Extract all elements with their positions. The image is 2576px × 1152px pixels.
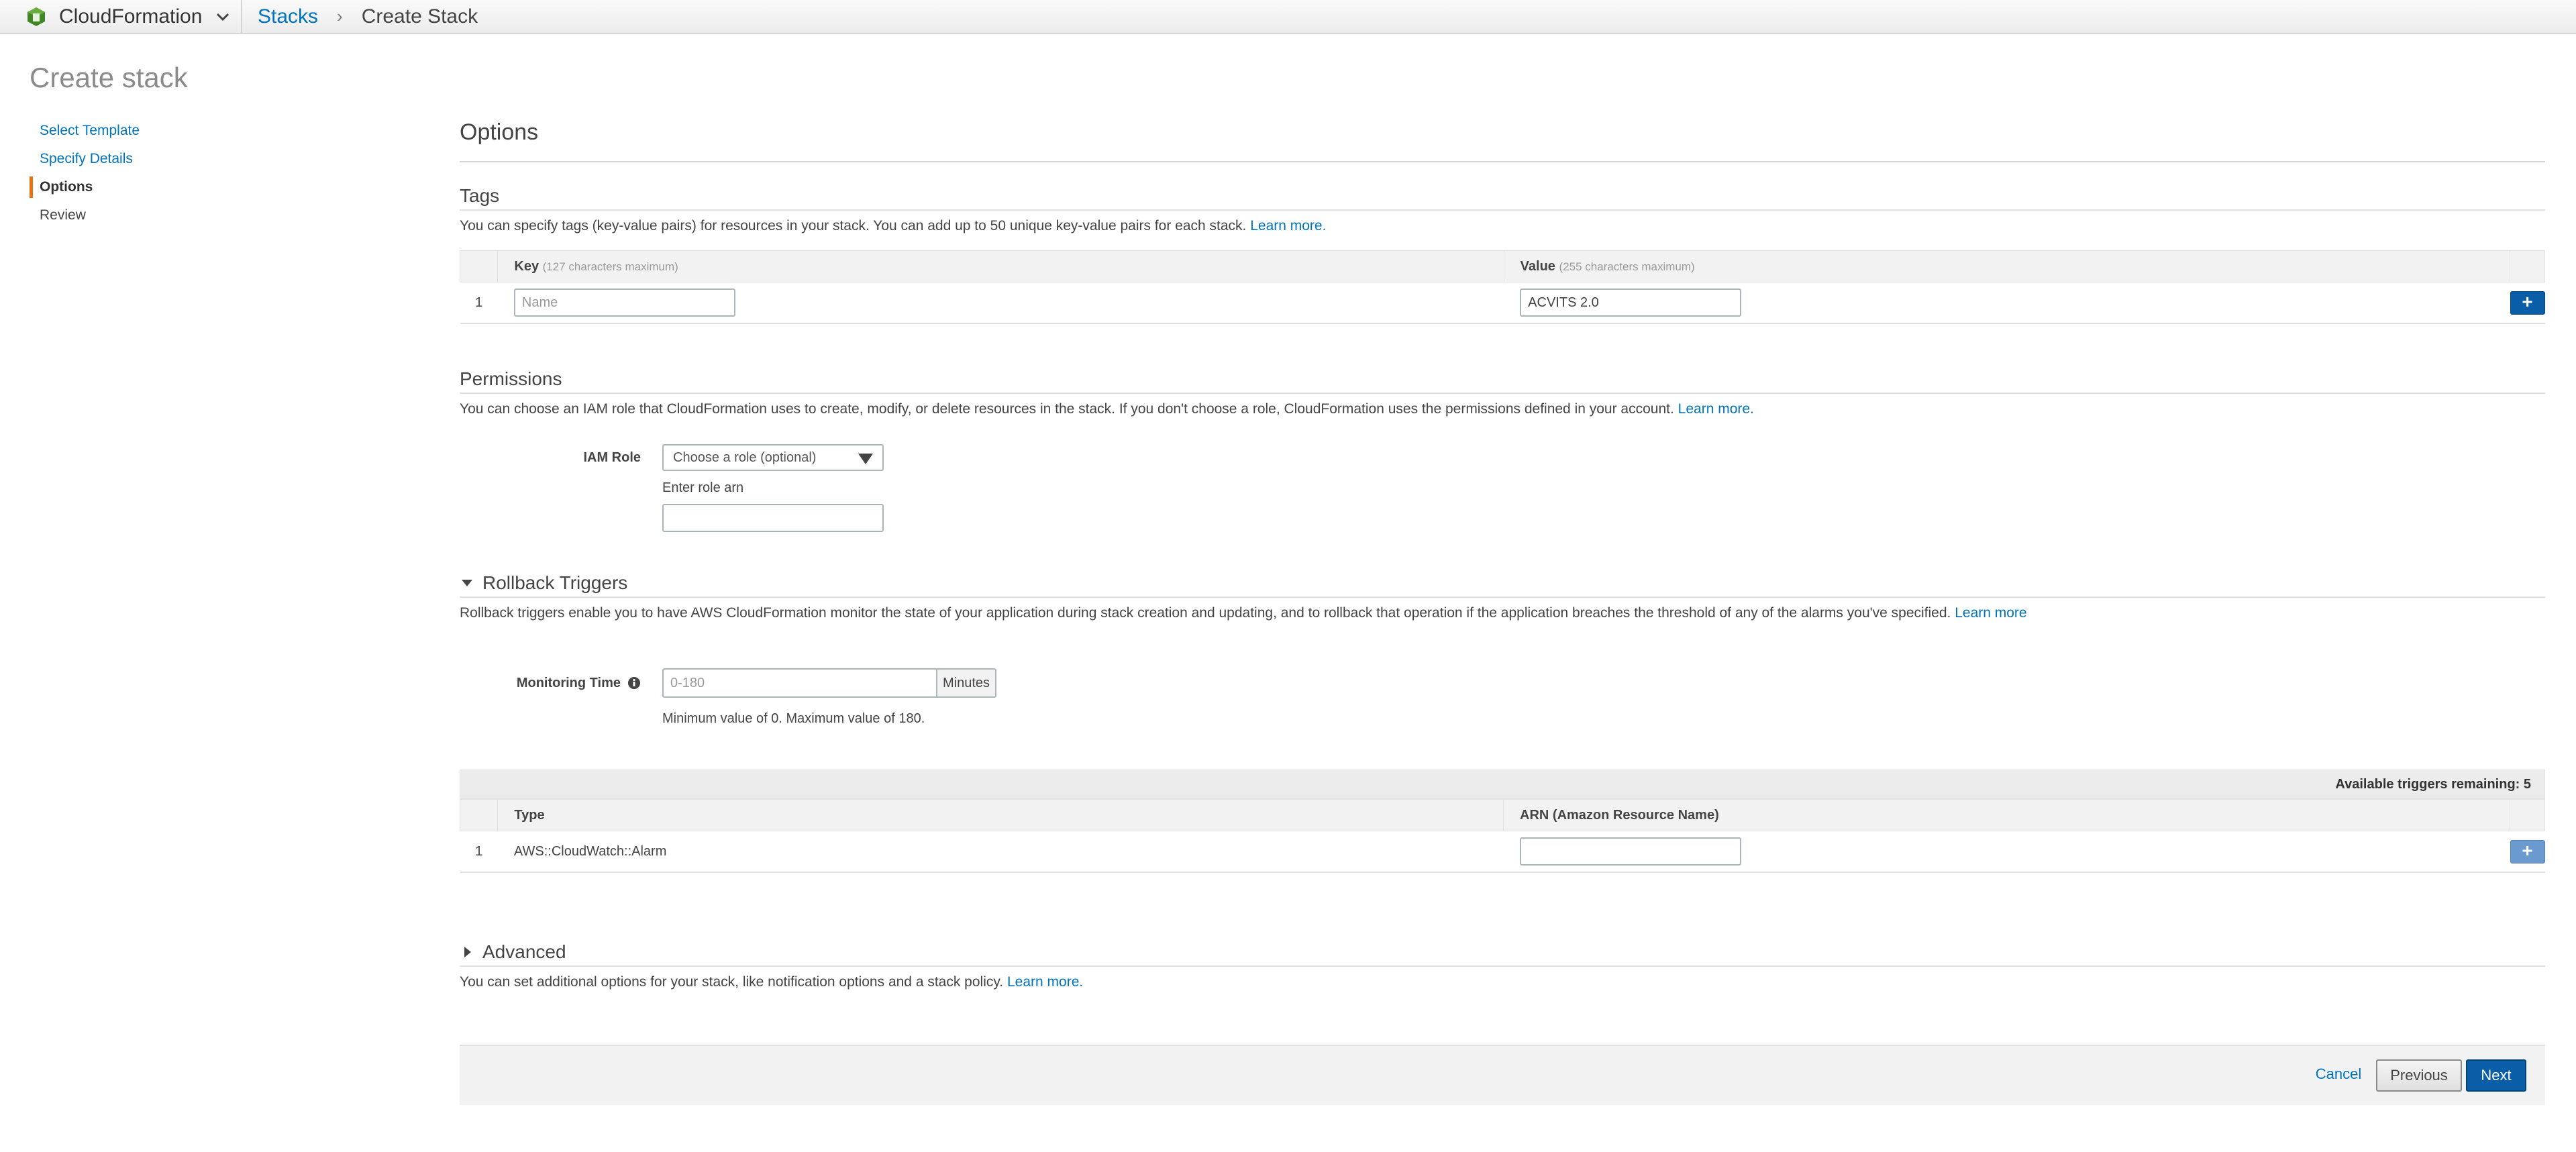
nav-step-specify-details[interactable]: Specify Details: [30, 145, 231, 173]
permissions-title: Permissions: [460, 366, 2545, 394]
monitoring-time-label-text: Monitoring Time: [516, 675, 621, 690]
permissions-title-text: Permissions: [460, 368, 562, 389]
monitoring-time-label: Monitoring Time: [460, 676, 662, 691]
monitoring-time-hint: Minimum value of 0. Maximum value of 180…: [662, 711, 925, 726]
top-bar: CloudFormation Stacks › Create Stack: [0, 0, 2576, 34]
triggers-index-header: [459, 799, 499, 831]
tags-description-text: You can specify tags (key-value pairs) f…: [460, 218, 1247, 233]
breadcrumb-separator: ›: [337, 6, 343, 26]
trigger-type-cell: AWS::CloudWatch::Alarm: [497, 831, 1504, 873]
caret-right-icon: [464, 947, 471, 957]
tags-title-text: Tags: [460, 185, 500, 206]
iam-role-select-value: Choose a role (optional): [673, 450, 817, 465]
tags-description: You can specify tags (key-value pairs) f…: [460, 218, 2545, 234]
advanced-title-text: Advanced: [482, 941, 566, 962]
advanced-title[interactable]: Advanced: [460, 939, 2545, 967]
role-arn-input[interactable]: [662, 504, 884, 532]
monitoring-time-row: Monitoring Time Minutes: [460, 668, 2545, 698]
tags-action-cell: +: [2510, 282, 2545, 324]
iam-role-select[interactable]: Choose a role (optional): [662, 444, 884, 471]
tags-value-header: Value (255 characters maximum): [1503, 250, 2511, 282]
tags-value-cell: [1504, 282, 2510, 324]
main-content: Options Tags You can specify tags (key-v…: [459, 114, 2545, 990]
rollback-description: Rollback triggers enable you to have AWS…: [460, 605, 2545, 621]
previous-button[interactable]: Previous: [2376, 1059, 2462, 1092]
cancel-button[interactable]: Cancel: [2312, 1059, 2365, 1092]
minutes-addon: Minutes: [937, 668, 997, 698]
permissions-description-text: You can choose an IAM role that CloudFor…: [460, 401, 1674, 417]
tags-table: Key (127 characters maximum) Value (255 …: [459, 250, 2545, 324]
rollback-description-text: Rollback triggers enable you to have AWS…: [460, 605, 1951, 621]
rollback-title[interactable]: Rollback Triggers: [460, 570, 2545, 598]
tags-key-hint: (127 characters maximum): [542, 260, 678, 273]
cloudformation-logo-icon: [28, 7, 45, 26]
triggers-arn-header: ARN (Amazon Resource Name): [1503, 799, 2510, 831]
tags-value-header-label: Value: [1520, 258, 1555, 274]
rollback-section: Rollback Triggers Rollback triggers enab…: [459, 570, 2545, 873]
rollback-title-text: Rollback Triggers: [482, 572, 628, 593]
triggers-type-header: Type: [497, 799, 1504, 831]
table-row: 1 AWS::CloudWatch::Alarm +: [460, 831, 2545, 873]
tags-index-header: [459, 250, 499, 282]
triggers-row-index: 1: [460, 831, 498, 873]
trigger-action-cell: +: [2510, 831, 2545, 873]
tags-row-index: 1: [460, 282, 498, 324]
advanced-description: You can set additional options for your …: [460, 974, 2545, 990]
tag-key-input[interactable]: [513, 289, 735, 317]
triggers-action-header: [2510, 799, 2545, 831]
tags-key-header: Key (127 characters maximum): [497, 250, 1504, 282]
options-heading: Options: [460, 119, 2545, 162]
topbar-divider: [241, 0, 242, 33]
iam-role-row: IAM Role Choose a role (optional): [460, 444, 2545, 471]
chevron-down-icon: [217, 13, 229, 21]
permissions-section: Permissions You can choose an IAM role t…: [460, 366, 2545, 532]
nav-step-select-template[interactable]: Select Template: [30, 117, 231, 145]
caret-down-icon: [858, 454, 873, 464]
breadcrumb-stacks-link[interactable]: Stacks: [258, 5, 318, 28]
trigger-arn-input[interactable]: [1519, 837, 1741, 866]
advanced-description-text: You can set additional options for your …: [460, 974, 1004, 990]
service-name: CloudFormation: [59, 5, 203, 28]
triggers-table-header: Type ARN (Amazon Resource Name): [459, 799, 2545, 831]
tags-key-cell: [497, 282, 1504, 324]
triggers-table: Type ARN (Amazon Resource Name) 1 AWS::C…: [459, 799, 2545, 873]
advanced-section: Advanced You can set additional options …: [460, 939, 2545, 990]
add-tag-button[interactable]: +: [2510, 291, 2545, 315]
info-icon[interactable]: [627, 676, 641, 690]
wizard-footer: Cancel Previous Next: [460, 1045, 2545, 1105]
available-triggers-bar: Available triggers remaining: 5: [460, 770, 2545, 799]
next-button[interactable]: Next: [2466, 1059, 2526, 1092]
advanced-learn-more-link[interactable]: Learn more.: [1007, 974, 1083, 990]
tags-value-hint: (255 characters maximum): [1559, 260, 1695, 273]
nav-step-options: Options: [30, 173, 231, 201]
tags-table-header: Key (127 characters maximum) Value (255 …: [459, 250, 2545, 282]
nav-step-review: Review: [40, 207, 86, 223]
trigger-arn-cell: [1503, 831, 2510, 873]
role-arn-field-wrap: [662, 504, 2545, 532]
service-menu[interactable]: CloudFormation: [27, 0, 231, 33]
tags-title: Tags: [460, 182, 2545, 211]
breadcrumb: Stacks › Create Stack: [258, 0, 478, 33]
tags-action-header: [2510, 250, 2545, 282]
table-row: 1 +: [460, 282, 2545, 324]
iam-role-label: IAM Role: [583, 450, 641, 465]
available-triggers-text: Available triggers remaining: 5: [2335, 776, 2531, 792]
tag-value-input[interactable]: [1520, 289, 1742, 317]
wizard-steps-nav: Select Template Specify Details Options …: [30, 117, 231, 229]
rollback-learn-more-link[interactable]: Learn more: [1955, 605, 2026, 621]
monitoring-time-input[interactable]: [662, 668, 937, 698]
permissions-learn-more-link[interactable]: Learn more.: [1678, 401, 1754, 417]
breadcrumb-current: Create Stack: [361, 5, 478, 28]
role-arn-label: Enter role arn: [662, 480, 744, 495]
tags-section: Tags You can specify tags (key-value pai…: [459, 182, 2545, 324]
permissions-description: You can choose an IAM role that CloudFor…: [460, 401, 2545, 417]
caret-down-icon: [462, 580, 472, 586]
tags-learn-more-link[interactable]: Learn more.: [1250, 218, 1326, 233]
add-trigger-button[interactable]: +: [2510, 839, 2545, 863]
tags-key-header-label: Key: [514, 258, 539, 274]
page-title: Create stack: [30, 62, 188, 93]
